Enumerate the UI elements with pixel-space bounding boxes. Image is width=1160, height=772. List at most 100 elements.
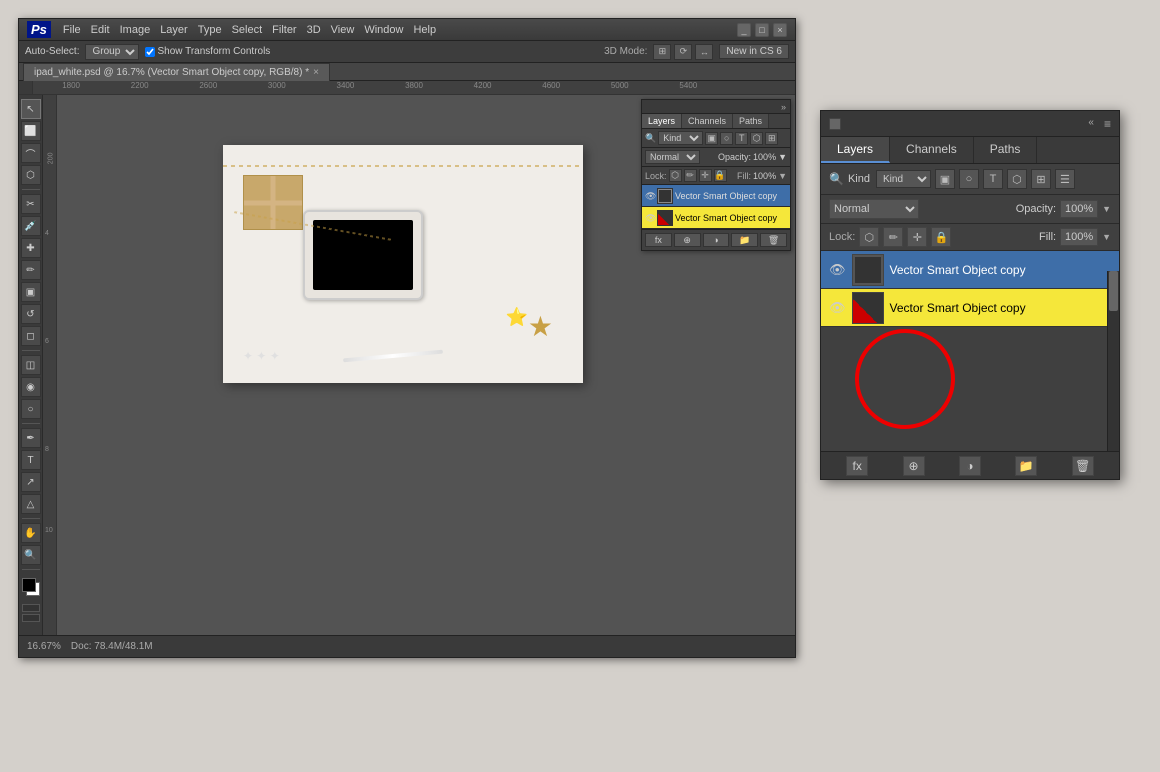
small-lock-1[interactable]: ⬡ [669,169,682,182]
large-close-btn[interactable] [829,118,841,130]
large-icon-extra[interactable]: ☰ [1055,169,1075,189]
mode-icon-2[interactable] [22,614,40,622]
3d-icon-3[interactable]: ↔ [695,44,713,60]
new-in-cs6-btn[interactable]: New in CS 6 [719,44,789,59]
path-tool[interactable]: ↗ [21,472,41,492]
color-swatch[interactable] [22,578,40,596]
3d-icon-1[interactable]: ⊞ [653,44,671,60]
eyedropper-tool[interactable]: 💉 [21,216,41,236]
show-transform-label[interactable]: Show Transform Controls [145,46,270,57]
lasso-tool[interactable]: ⌒ [21,143,41,163]
menu-file[interactable]: File [63,24,81,36]
large-footer-mask[interactable]: ◑ [959,456,981,476]
menu-view[interactable]: View [331,24,355,36]
small-tab-paths[interactable]: Paths [733,114,769,128]
large-icon-adj[interactable]: ○ [959,169,979,189]
large-footer-adjust[interactable]: ⊕ [903,456,925,476]
small-lock-4[interactable]: 🔒 [714,169,727,182]
crop-tool[interactable]: ✂ [21,194,41,214]
large-tab-layers[interactable]: Layers [821,137,890,163]
gradient-tool[interactable]: ◫ [21,355,41,375]
pen-tool[interactable]: ✒ [21,428,41,448]
large-tab-channels[interactable]: Channels [890,137,974,163]
brush-tool[interactable]: ✏ [21,260,41,280]
menu-edit[interactable]: Edit [91,24,110,36]
zoom-tool[interactable]: 🔍 [21,545,41,565]
large-opacity-arrow[interactable]: ▼ [1102,204,1111,214]
small-eye-1[interactable]: 👁 [645,191,655,201]
small-eye-2[interactable]: 👁 [645,213,655,223]
large-tab-paths[interactable]: Paths [974,137,1038,163]
foreground-color[interactable] [22,578,36,592]
small-lock-3[interactable]: ✛ [699,169,712,182]
dodge-tool[interactable]: ○ [21,399,41,419]
large-footer-trash[interactable]: 🗑 [1072,456,1094,476]
marquee-tool[interactable]: ⬜ [21,121,41,141]
large-scrollbar[interactable] [1107,271,1119,451]
restore-button[interactable]: □ [755,23,769,37]
large-lock-all[interactable]: 🔒 [931,227,951,247]
large-collapse-icon[interactable]: « [1084,117,1098,131]
shape-tool[interactable]: △ [21,494,41,514]
large-fill-arrow[interactable]: ▼ [1102,232,1111,242]
blur-tool[interactable]: ◉ [21,377,41,397]
small-tab-channels[interactable]: Channels [682,114,733,128]
small-fill-arrow[interactable]: ▼ [778,171,787,181]
menu-layer[interactable]: Layer [160,24,188,36]
small-panel-collapse[interactable]: » [781,102,786,112]
3d-icon-2[interactable]: ⟳ [674,44,692,60]
small-footer-link[interactable]: fx [645,233,672,247]
small-icon-5[interactable]: ⊞ [765,132,778,145]
small-tab-layers[interactable]: Layers [642,114,682,128]
hand-tool[interactable]: ✋ [21,523,41,543]
large-footer-link[interactable]: fx [846,456,868,476]
large-lock-transparent[interactable]: ⬡ [859,227,879,247]
document-tab[interactable]: ipad_white.psd @ 16.7% (Vector Smart Obj… [23,63,330,81]
small-icon-3[interactable]: T [735,132,748,145]
large-menu-icon[interactable]: ≡ [1104,117,1111,131]
large-eye-1[interactable]: 👁 [829,262,846,278]
small-footer-add[interactable]: ⊕ [674,233,701,247]
small-footer-group[interactable]: 📁 [731,233,758,247]
large-kind-select[interactable]: Kind [876,170,931,188]
close-button[interactable]: × [773,23,787,37]
small-blend-select[interactable]: Normal [645,150,700,164]
large-icon-shape[interactable]: ⬡ [1007,169,1027,189]
menu-type[interactable]: Type [198,24,222,36]
eraser-tool[interactable]: ◻ [21,326,41,346]
small-kind-select[interactable]: Kind [658,131,703,145]
small-footer-adjust[interactable]: ◑ [703,233,730,247]
show-transform-checkbox[interactable] [145,47,155,57]
menu-3d[interactable]: 3D [307,24,321,36]
small-footer-trash[interactable]: 🗑 [760,233,787,247]
move-tool[interactable]: ↖ [21,99,41,119]
small-layer-row-2[interactable]: 👁 Vector Smart Object copy [642,207,790,229]
large-layer-row-2[interactable]: 👁 Vector Smart Object copy [821,289,1119,327]
close-tab-icon[interactable]: × [313,67,319,78]
menu-filter[interactable]: Filter [272,24,296,36]
small-lock-2[interactable]: ✏ [684,169,697,182]
large-blend-select[interactable]: Normal [829,199,919,219]
small-icon-1[interactable]: ▣ [705,132,718,145]
large-lock-position[interactable]: ✛ [907,227,927,247]
small-icon-4[interactable]: ⬡ [750,132,763,145]
auto-select-type[interactable]: Group Layer [85,44,139,60]
menu-help[interactable]: Help [413,24,436,36]
large-icon-smart[interactable]: ⊞ [1031,169,1051,189]
large-lock-image[interactable]: ✏ [883,227,903,247]
menu-image[interactable]: Image [120,24,151,36]
large-icon-text[interactable]: T [983,169,1003,189]
text-tool[interactable]: T [21,450,41,470]
large-opacity-input[interactable] [1060,200,1098,218]
small-opacity-arrow[interactable]: ▼ [778,152,787,162]
large-footer-group[interactable]: 📁 [1015,456,1037,476]
large-scrollbar-thumb[interactable] [1109,271,1118,311]
large-eye-2[interactable]: 👁 [829,300,846,316]
stamp-tool[interactable]: ▣ [21,282,41,302]
mode-icon-1[interactable] [22,604,40,612]
large-fill-input[interactable] [1060,228,1098,246]
large-layer-row-1[interactable]: 👁 Vector Smart Object copy [821,251,1119,289]
large-icon-image[interactable]: ▣ [935,169,955,189]
small-layer-row-1[interactable]: 👁 Vector Smart Object copy [642,185,790,207]
menu-select[interactable]: Select [232,24,263,36]
